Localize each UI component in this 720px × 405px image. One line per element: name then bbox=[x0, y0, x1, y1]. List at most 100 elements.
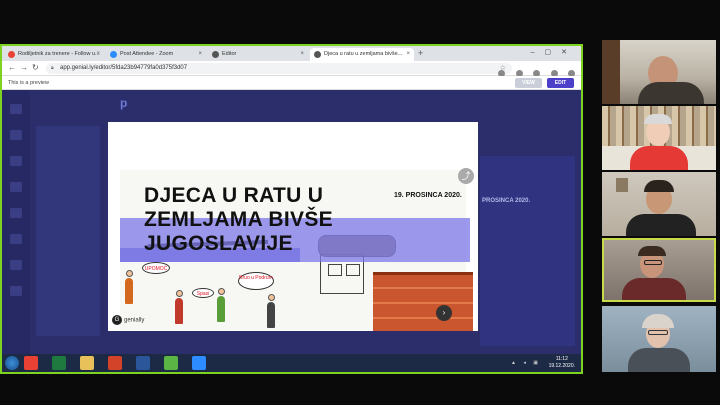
wall-frame bbox=[616, 178, 628, 192]
drawing-window bbox=[346, 264, 360, 276]
zoom-icon bbox=[110, 51, 117, 58]
participant-video-4-active-speaker[interactable] bbox=[602, 238, 716, 302]
close-icon[interactable]: × bbox=[96, 51, 100, 57]
hair bbox=[638, 246, 666, 256]
drawing-figure-head bbox=[126, 270, 133, 277]
roof-stripe bbox=[373, 302, 473, 304]
drawing-figure-head bbox=[176, 290, 183, 297]
glasses bbox=[648, 330, 668, 335]
panel-date-text: PROSINCA 2020. bbox=[482, 198, 531, 204]
utorrent-icon[interactable] bbox=[164, 356, 178, 370]
tab-label: Djeca u ratu u zemljama bivše... bbox=[324, 51, 403, 57]
rail-item[interactable] bbox=[10, 234, 22, 244]
zoom-app-icon[interactable] bbox=[192, 356, 206, 370]
tab-rodiljetnik[interactable]: Rodiljetnik za trenere - Follow u... × bbox=[4, 48, 104, 61]
speech-bubble: UPOMOĆ bbox=[142, 262, 170, 274]
genially-logo-icon: G bbox=[112, 315, 122, 325]
genially-brand-text: genially bbox=[124, 317, 145, 324]
gmail-icon bbox=[8, 51, 15, 58]
tab-zoom[interactable]: Post Attendee - Zoom × bbox=[106, 48, 206, 61]
hair bbox=[644, 180, 674, 192]
glasses bbox=[644, 260, 662, 265]
reload-icon[interactable]: ↻ bbox=[32, 63, 39, 72]
clothing bbox=[628, 348, 690, 372]
slide-title: DJECA U RATU U ZEMLJAMA BIVŠE JUGOSLAVIJ… bbox=[144, 184, 333, 255]
window-controls[interactable]: –▢✕ bbox=[531, 48, 577, 56]
clothing bbox=[638, 82, 704, 104]
chrome-icon[interactable] bbox=[24, 356, 38, 370]
system-tray[interactable]: ▲ ◂ ▣ bbox=[511, 360, 541, 366]
rail-item[interactable] bbox=[10, 130, 22, 140]
rail-item[interactable] bbox=[10, 104, 22, 114]
tab-label: Post Attendee - Zoom bbox=[120, 51, 174, 57]
shared-screen: Rodiljetnik za trenere - Follow u... × P… bbox=[0, 44, 583, 374]
rail-item[interactable] bbox=[10, 182, 22, 192]
hair bbox=[644, 114, 672, 124]
excel-icon[interactable] bbox=[52, 356, 66, 370]
participant-video-5[interactable] bbox=[602, 306, 716, 372]
view-button[interactable]: VIEW bbox=[515, 78, 542, 88]
rail-item[interactable] bbox=[10, 286, 22, 296]
door-frame bbox=[602, 40, 620, 104]
edit-button[interactable]: EDIT bbox=[547, 78, 574, 88]
preview-bar: This is a preview VIEW EDIT bbox=[2, 76, 581, 90]
share-icon[interactable]: ⤴ bbox=[458, 168, 474, 184]
hair bbox=[642, 314, 674, 328]
genially-badge[interactable]: Ggenially bbox=[112, 315, 158, 327]
zoom-meeting-window: Rodiljetnik za trenere - Follow u... × P… bbox=[0, 0, 720, 405]
speech-bubble: Spasi bbox=[192, 288, 214, 298]
address-bar-row: ← → ↻ 🔒︎ app.genial.ly/editor/5fda23b947… bbox=[2, 61, 581, 77]
drawing-window bbox=[328, 264, 342, 276]
browser-tab-bar: Rodiljetnik za trenere - Follow u... × P… bbox=[2, 46, 581, 61]
tab-label: Rodiljetnik za trenere - Follow u... bbox=[18, 51, 100, 57]
roof-stripe bbox=[373, 287, 473, 289]
clothing bbox=[622, 278, 686, 300]
roof-stripe bbox=[373, 317, 473, 319]
drawing-figure bbox=[175, 298, 183, 324]
tab-label: Editor bbox=[222, 51, 237, 57]
word-icon[interactable] bbox=[136, 356, 150, 370]
new-tab-button[interactable]: + bbox=[418, 48, 423, 58]
clothing bbox=[626, 214, 696, 236]
tab-editor[interactable]: Editor × bbox=[208, 48, 308, 61]
url-text: app.genial.ly/editor/5fda23b94779fa0d375… bbox=[60, 65, 188, 71]
clock-time: 11:12 bbox=[555, 356, 568, 362]
editor-right-panel: PROSINCA 2020. bbox=[480, 156, 575, 346]
drawing-figure bbox=[217, 296, 225, 322]
rail-item[interactable] bbox=[10, 156, 22, 166]
participant-video-2[interactable] bbox=[602, 106, 716, 170]
clock-date: 19.12.2020. bbox=[548, 363, 575, 369]
back-icon[interactable]: ← bbox=[8, 63, 16, 72]
participant-video-1[interactable] bbox=[602, 40, 716, 104]
file-explorer-icon[interactable] bbox=[80, 356, 94, 370]
rail-item[interactable] bbox=[10, 208, 22, 218]
rail-item[interactable] bbox=[10, 260, 22, 270]
genially-icon bbox=[314, 51, 321, 58]
tab-djeca-u-ratu[interactable]: Djeca u ratu u zemljama bivše... × bbox=[310, 48, 414, 61]
taskbar-clock[interactable]: 11:12 19.12.2020. bbox=[549, 356, 575, 370]
genially-logo: p bbox=[120, 96, 128, 110]
close-icon[interactable]: × bbox=[406, 51, 410, 57]
windows-taskbar: ▲ ◂ ▣ 11:12 19.12.2020. bbox=[2, 354, 581, 372]
close-icon[interactable]: × bbox=[300, 51, 304, 57]
forward-icon[interactable]: → bbox=[20, 63, 28, 72]
editor-left-rail bbox=[2, 90, 30, 358]
genially-icon bbox=[212, 51, 219, 58]
preview-notice: This is a preview bbox=[8, 80, 49, 86]
participant-video-3[interactable] bbox=[602, 172, 716, 236]
slide-date: 19. PROSINCA 2020. bbox=[394, 192, 462, 199]
next-slide-button[interactable]: › bbox=[436, 305, 452, 321]
slide-thumbnails-panel bbox=[36, 126, 100, 336]
drawing-figure bbox=[267, 302, 275, 328]
close-icon[interactable]: × bbox=[198, 51, 202, 57]
presentation-slide: UPOMOĆ Spasi Bruo u Podrum DJECA U RATU … bbox=[108, 122, 478, 331]
windows-start-icon[interactable] bbox=[5, 356, 19, 370]
clothing bbox=[630, 146, 688, 170]
url-field[interactable]: 🔒︎ app.genial.ly/editor/5fda23b94779fa0d… bbox=[46, 63, 512, 74]
drawing-figure-head bbox=[218, 288, 225, 295]
drawing-figure-head bbox=[268, 294, 275, 301]
drawing-figure bbox=[125, 278, 133, 304]
powerpoint-icon[interactable] bbox=[108, 356, 122, 370]
lock-icon: 🔒︎ bbox=[51, 65, 54, 71]
speech-bubble: Bruo u Podrum bbox=[238, 272, 274, 290]
